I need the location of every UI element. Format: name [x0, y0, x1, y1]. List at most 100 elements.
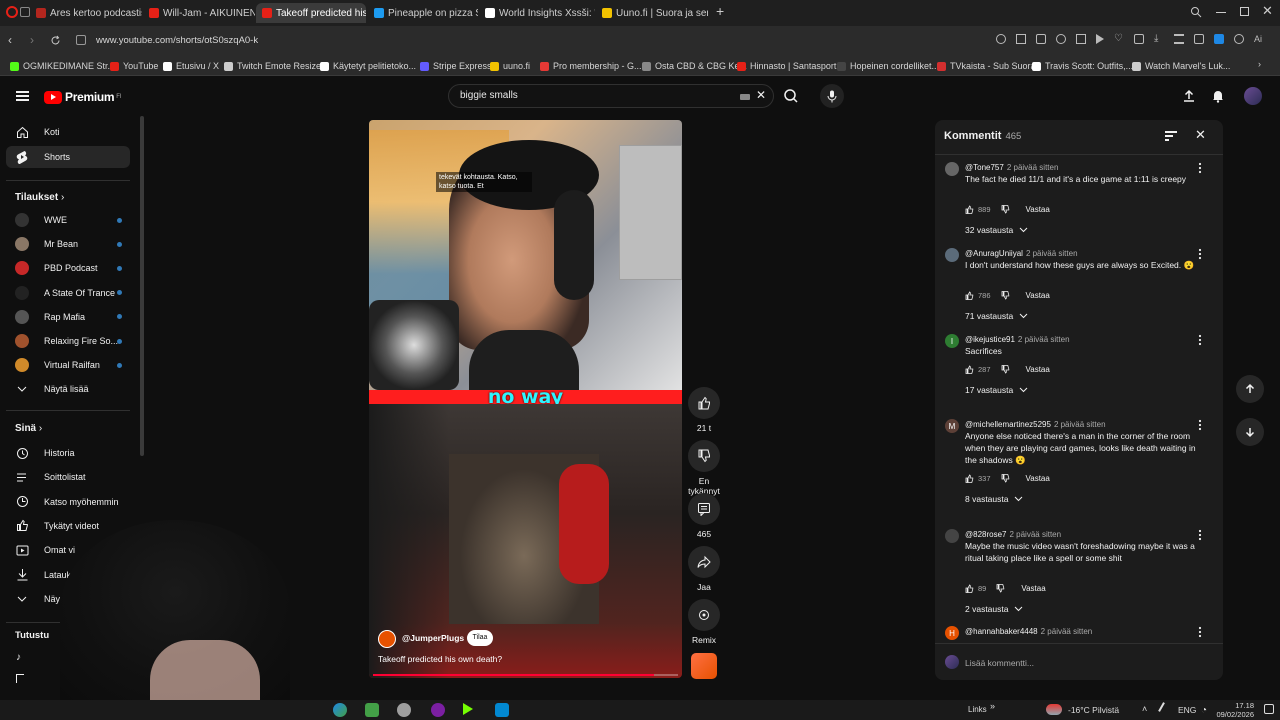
comment-author[interactable]: @Tone757 [965, 163, 1004, 172]
comment-menu-icon[interactable] [1195, 626, 1205, 638]
comment-author[interactable]: @ikejustice91 [965, 335, 1015, 344]
bookmark-item[interactable]: OGMIKEDIMANE Str... [10, 59, 115, 73]
close-window-icon[interactable]: ✕ [1262, 3, 1273, 19]
workspaces-icon[interactable] [20, 7, 30, 17]
menu-icon[interactable] [1174, 34, 1184, 44]
edge-icon[interactable] [333, 703, 347, 717]
commenter-avatar[interactable]: I [945, 334, 959, 348]
comment-like-icon[interactable] [965, 473, 974, 483]
tab-search-icon[interactable] [1190, 6, 1202, 18]
commenter-avatar[interactable]: H [945, 626, 959, 640]
site-info-icon[interactable] [76, 35, 86, 45]
sidebar-scrollbar[interactable] [140, 116, 144, 456]
comments-button[interactable]: 465 [682, 493, 726, 539]
comment-author[interactable]: @hannahbaker4448 [965, 627, 1038, 636]
bookmark-item[interactable]: Stripe Express [420, 59, 492, 73]
browser-tab[interactable]: Pineapple on pizza Steam [368, 3, 478, 23]
bookmark-item[interactable]: Osta CBD & CBG Ke... [642, 59, 747, 73]
reply-button[interactable]: Vastaa [1026, 291, 1050, 300]
url-field[interactable]: www.youtube.com/shorts/otS0szqA0-k [88, 31, 968, 51]
app-icon[interactable] [365, 703, 379, 717]
previous-short-button[interactable] [1236, 375, 1264, 403]
bookmark-item[interactable]: TVkaista - Sub Suora [937, 59, 1036, 73]
comment-dislike-icon[interactable] [1001, 290, 1010, 300]
voice-search-button[interactable] [820, 84, 844, 108]
subscription-item[interactable]: Virtual Railfan [6, 354, 130, 376]
bookmark-item[interactable]: Etusivu / X [163, 59, 219, 73]
notifications-bell-icon[interactable] [1211, 89, 1225, 103]
next-short-button[interactable] [1236, 418, 1264, 446]
comment-dislike-icon[interactable] [1001, 473, 1010, 483]
subscription-item[interactable]: PBD Podcast [6, 257, 130, 279]
new-tab-button[interactable]: + [716, 3, 724, 19]
guide-menu-icon[interactable] [16, 91, 29, 101]
bookmark-item[interactable]: uuno.fi [490, 59, 530, 73]
bookmark-item[interactable]: Watch Marvel's Luk... [1132, 59, 1230, 73]
notifications-icon[interactable] [1264, 704, 1274, 714]
weather-text[interactable]: -16°C Pilvistä [1068, 705, 1119, 715]
keyboard-icon[interactable] [740, 94, 750, 100]
more-bookmarks-icon[interactable]: › [1258, 59, 1261, 69]
maximize-icon[interactable] [1240, 7, 1249, 16]
subscription-item[interactable]: WWE [6, 209, 130, 231]
bookmark-item[interactable]: Travis Scott: Outfits,... [1032, 59, 1133, 73]
forward-icon[interactable]: › [30, 33, 34, 47]
downloads-icon[interactable]: ⤓ [1154, 34, 1164, 44]
reply-button[interactable]: Vastaa [1026, 365, 1050, 374]
sidebar-item-clock[interactable]: Katso myöhemmin [6, 491, 130, 513]
shorts-video-player[interactable]: tekevät kohtausta. Katso, katso tuota. E… [369, 120, 682, 678]
settings-icon[interactable] [397, 703, 411, 717]
comment-like-icon[interactable] [965, 364, 974, 374]
comment-dislike-icon[interactable] [1001, 364, 1010, 374]
play-icon[interactable] [1096, 34, 1104, 44]
channel-name[interactable]: @JumperPlugs [402, 633, 464, 643]
snapshot-icon[interactable] [1134, 34, 1144, 44]
subscription-item[interactable]: Mr Bean [6, 233, 130, 255]
youtube-logo[interactable]: Premium FI [44, 90, 122, 104]
bookmark-item[interactable]: Twitch Emote Resizer [224, 59, 324, 73]
browser-tab[interactable]: Takeoff predicted his [256, 3, 366, 23]
wifi-icon[interactable]: ◔ [1201, 705, 1207, 716]
profile-icon[interactable] [1234, 34, 1244, 44]
dislike-button[interactable]: En tykännyt [682, 440, 726, 496]
subscription-item[interactable]: Relaxing Fire So... [6, 330, 130, 352]
commenter-avatar[interactable]: M [945, 419, 959, 433]
reply-button[interactable]: Vastaa [1026, 474, 1050, 483]
show-more-button[interactable]: Näytä lisää [6, 378, 130, 400]
comment-like-icon[interactable] [965, 204, 974, 214]
bookmark-item[interactable]: Hopeinen cordelliket... [837, 59, 939, 73]
comment-author[interactable]: @AnuragUniiyal [965, 249, 1023, 258]
clear-search-icon[interactable]: ✕ [756, 88, 766, 102]
bookmark-item[interactable]: Hinnasto | Santasport [737, 59, 836, 73]
comment-like-icon[interactable] [965, 583, 974, 593]
browser-tab[interactable]: Uuno.fi | Suora ja sensuro [596, 3, 708, 23]
extensions-icon[interactable] [1076, 34, 1086, 44]
comment-dislike-icon[interactable] [1001, 204, 1010, 214]
commenter-avatar[interactable] [945, 162, 959, 176]
reply-button[interactable]: Vastaa [1021, 584, 1045, 593]
upload-icon[interactable] [1182, 89, 1196, 103]
sidebar-item-shorts[interactable]: Shorts [6, 146, 130, 168]
opera-logo-icon[interactable] [6, 6, 18, 18]
flag-icon[interactable] [16, 674, 24, 683]
view-replies-button[interactable]: 17 vastausta [965, 385, 1028, 395]
subscription-item[interactable]: Rap Mafia [6, 306, 130, 328]
reply-button[interactable]: Vastaa [1026, 205, 1050, 214]
browser-tab[interactable]: Will-Jam - AIKUINEN - Yo [143, 3, 255, 23]
search-input[interactable]: biggie smalls [448, 84, 774, 108]
links-toolbar[interactable]: Links [968, 705, 987, 714]
heart-icon[interactable]: ♡ [1114, 34, 1124, 44]
comment-author[interactable]: @michellemartinez5295 [965, 420, 1051, 429]
channel-avatar[interactable] [378, 630, 396, 648]
edit-icon[interactable] [1016, 34, 1026, 44]
reload-icon[interactable] [50, 35, 61, 46]
lens-icon[interactable] [996, 34, 1006, 44]
view-replies-button[interactable]: 32 vastausta [965, 225, 1028, 235]
avatar[interactable] [1244, 87, 1262, 105]
pen-icon[interactable] [1158, 702, 1172, 716]
remix-button[interactable]: Remix [682, 599, 726, 645]
progress-track[interactable] [373, 674, 678, 676]
wallet-icon[interactable] [1194, 34, 1204, 44]
sidebar-item-home[interactable]: Koti [6, 121, 130, 143]
vpn-icon[interactable] [1056, 34, 1066, 44]
